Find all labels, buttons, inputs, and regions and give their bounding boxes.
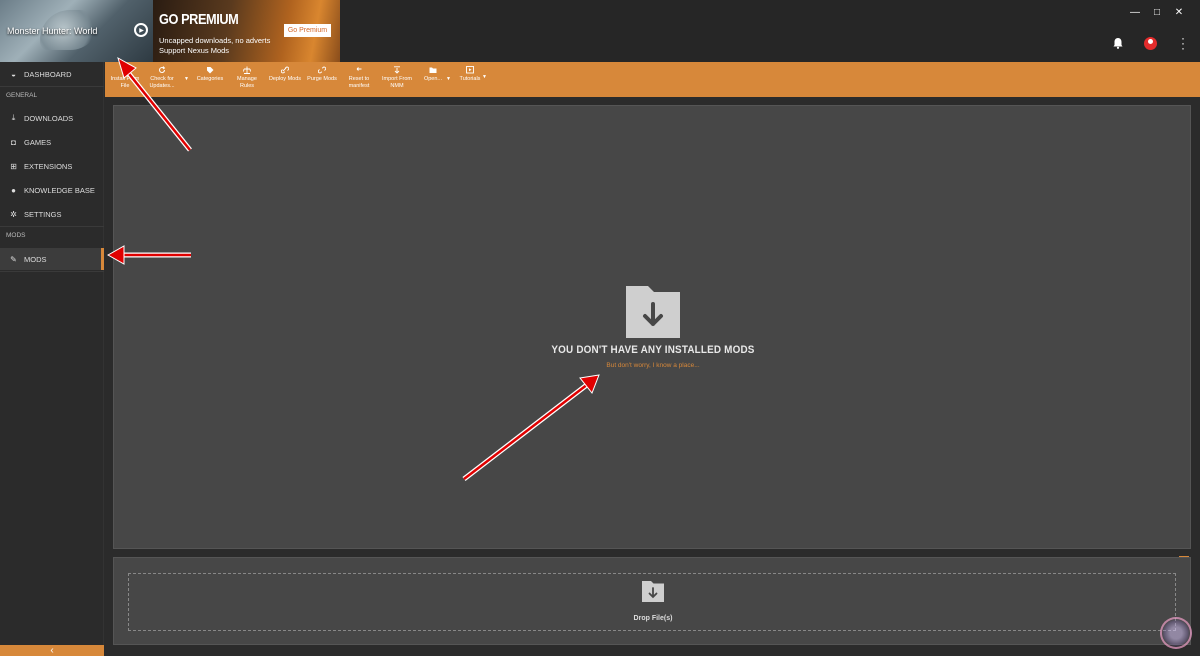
info-icon: ● (11, 185, 16, 195)
link-icon (281, 66, 289, 74)
tool-label: Tutorials (459, 76, 481, 82)
folder-download-icon (642, 581, 664, 602)
rules-icon (243, 66, 251, 74)
tool-label: Rules (239, 83, 255, 89)
folder-icon (429, 67, 437, 73)
tool-label: Categories (196, 76, 224, 82)
collapse-sidebar-button[interactable]: ‹ (0, 645, 104, 656)
active-game-name: Monster Hunter: World (7, 26, 98, 36)
more-options-icon[interactable]: · · · (1180, 32, 1186, 54)
vortex-window: Monster Hunter: World ▶ GO PREMIUM Uncap… (0, 0, 1200, 656)
tutorials-button[interactable]: Tutorials ▼ (457, 66, 487, 83)
manage-rules-button[interactable]: Manage Rules (233, 66, 261, 90)
deploy-mods-button[interactable]: Deploy Mods (268, 66, 302, 83)
sidebar-item-label: KNOWLEDGE BASE (24, 185, 95, 195)
main-content: YOU DON'T HAVE ANY INSTALLED MODS But do… (105, 97, 1200, 656)
video-icon (466, 66, 474, 74)
maximize-button[interactable]: □ (1150, 7, 1164, 19)
sidebar-item-knowledge-base[interactable]: ● KNOWLEDGE BASE (0, 179, 104, 201)
premium-line-1: Uncapped downloads, no adverts (159, 36, 271, 45)
sidebar-item-label: DASHBOARD (24, 69, 72, 79)
categories-button[interactable]: Categories (195, 66, 225, 83)
sidebar-divider (0, 271, 104, 272)
folder-download-icon (626, 286, 680, 338)
title-bar: Monster Hunter: World ▶ GO PREMIUM Uncap… (0, 0, 1200, 62)
sidebar-item-settings[interactable]: ✲ SETTINGS (0, 203, 104, 225)
drop-zone[interactable]: Drop File(s) (128, 573, 1176, 631)
sidebar-item-downloads[interactable]: ⤓ DOWNLOADS (0, 107, 104, 129)
empty-state-title: YOU DON'T HAVE ANY INSTALLED MODS (551, 344, 755, 356)
premium-title: GO PREMIUM (159, 11, 239, 28)
undo-icon (356, 67, 362, 71)
active-game-tile[interactable]: Monster Hunter: World ▶ (0, 0, 153, 62)
sidebar-item-label: MODS (24, 254, 47, 264)
sidebar-header-general: GENERAL (6, 92, 38, 99)
go-premium-button[interactable]: Go Premium (284, 24, 331, 37)
bell-icon[interactable] (1112, 37, 1124, 49)
close-button[interactable]: ✕ (1172, 7, 1186, 19)
sidebar-divider (0, 86, 104, 87)
import-from-nmm-button[interactable]: Import From NMM (380, 66, 414, 90)
reset-to-manifest-button[interactable]: Reset to manifest (345, 66, 373, 90)
check-for-updates-button[interactable]: Check for Updates... ▼ (145, 66, 189, 90)
file-icon (122, 66, 128, 74)
tool-label: File (120, 83, 130, 89)
open-button[interactable]: Open... ▼ (422, 66, 451, 83)
sidebar-item-mods[interactable]: ✎ MODS (0, 248, 104, 270)
gear-icon: ✲ (10, 209, 17, 219)
sidebar-divider (0, 226, 104, 227)
dropdown-caret-icon[interactable]: ▼ (446, 76, 451, 83)
import-icon (394, 66, 400, 74)
tool-label: Install From (110, 76, 140, 82)
tool-label: Reset to (348, 76, 370, 82)
premium-banner: GO PREMIUM Uncapped downloads, no advert… (153, 0, 340, 62)
mods-list-panel: YOU DON'T HAVE ANY INSTALLED MODS But do… (113, 105, 1191, 549)
sidebar-header-mods: MODS (6, 232, 26, 239)
sidebar: ◒ DASHBOARD GENERAL ⤓ DOWNLOADS ◘ GAMES … (0, 62, 104, 656)
tool-label: Open... (423, 76, 443, 82)
user-profile-icon[interactable] (1144, 37, 1157, 50)
tool-label: Deploy Mods (268, 76, 302, 82)
refresh-icon (159, 66, 166, 73)
purge-mods-button[interactable]: Purge Mods (306, 66, 338, 83)
tool-label: Manage (237, 76, 257, 82)
tool-label: manifest (348, 83, 370, 89)
tag-icon (207, 67, 214, 74)
sidebar-item-dashboard[interactable]: ◒ DASHBOARD (0, 63, 104, 85)
tool-label: Check for (150, 76, 174, 82)
tool-label: Updates... (149, 83, 175, 89)
unlink-icon (318, 66, 326, 74)
drop-files-label: Drop File(s) (633, 615, 673, 622)
dashboard-icon: ◒ (11, 69, 16, 79)
sidebar-item-label: EXTENSIONS (24, 161, 73, 171)
gamepad-icon: ◘ (11, 137, 16, 147)
drop-panel: Drop File(s) (113, 557, 1191, 645)
play-icon[interactable]: ▶ (134, 23, 148, 37)
mods-toolbar: Install From File Check for Updates... ▼… (105, 62, 1200, 97)
extensions-icon: ⊞ (10, 161, 17, 171)
premium-line-2: Support Nexus Mods (159, 46, 230, 55)
tool-label: NMM (390, 83, 404, 89)
sidebar-item-extensions[interactable]: ⊞ EXTENSIONS (0, 155, 104, 177)
watermark-logo (1160, 617, 1192, 649)
wrench-icon: ✎ (10, 254, 17, 264)
dropdown-caret-icon[interactable]: ▼ (482, 74, 487, 81)
sidebar-item-label: DOWNLOADS (24, 113, 74, 123)
dropdown-caret-icon[interactable]: ▼ (184, 76, 189, 83)
sidebar-item-label: SETTINGS (24, 209, 62, 219)
install-from-file-button[interactable]: Install From File (110, 66, 140, 90)
tool-label: Import From (382, 76, 412, 82)
sidebar-item-games[interactable]: ◘ GAMES (0, 131, 104, 153)
tool-label: Purge Mods (307, 76, 337, 82)
minimize-button[interactable]: — (1128, 7, 1142, 19)
empty-state-link[interactable]: But don't worry, I know a place... (114, 362, 1192, 369)
sidebar-item-label: GAMES (24, 137, 52, 147)
download-icon: ⤓ (11, 113, 16, 122)
